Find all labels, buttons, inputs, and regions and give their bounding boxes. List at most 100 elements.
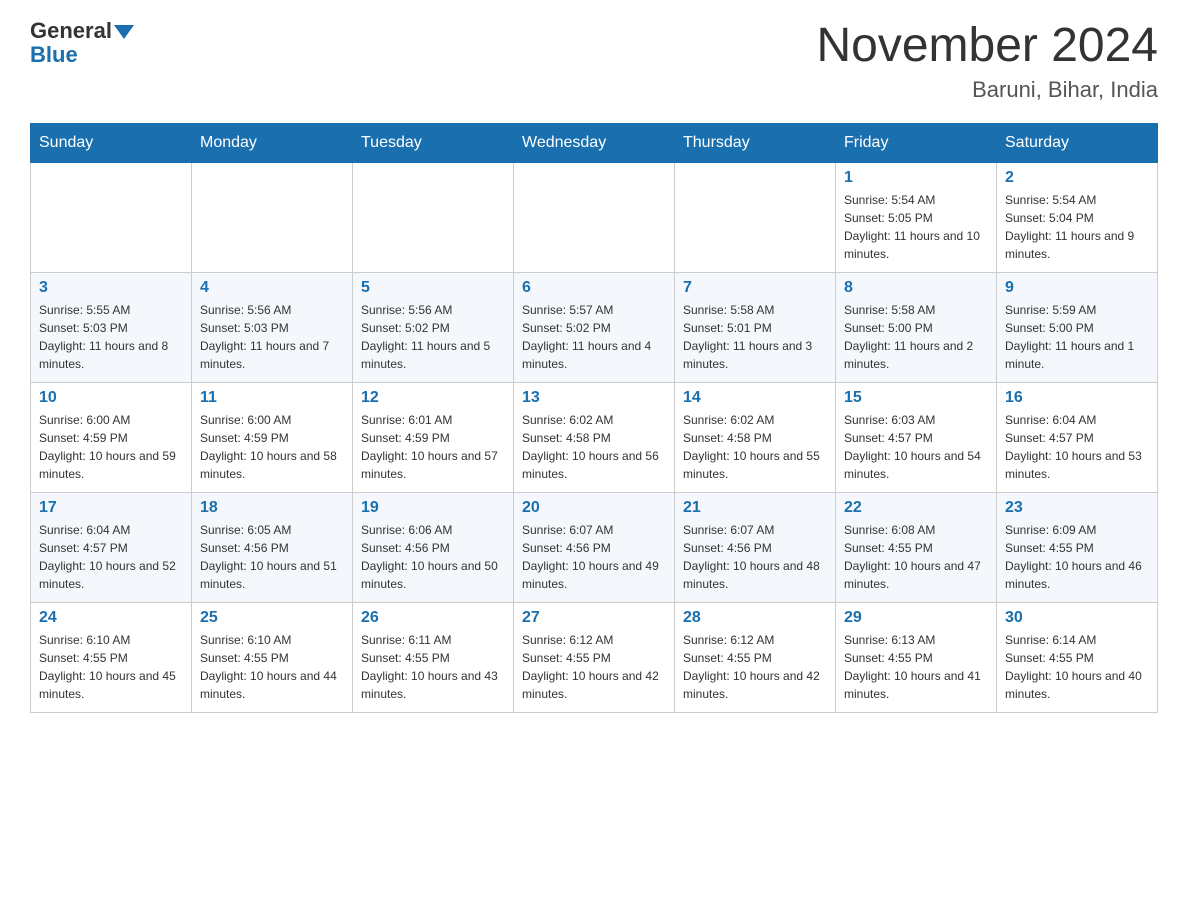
- day-info: Sunrise: 6:14 AM Sunset: 4:55 PM Dayligh…: [1005, 631, 1149, 703]
- calendar-cell: 25 Sunrise: 6:10 AM Sunset: 4:55 PM Dayli…: [192, 602, 353, 712]
- calendar-cell: 24 Sunrise: 6:10 AM Sunset: 4:55 PM Dayli…: [31, 602, 192, 712]
- calendar-cell: 23Sunrise: 6:09 AM Sunset: 4:55 PM Dayli…: [997, 492, 1158, 602]
- week-row-3: 10Sunrise: 6:00 AM Sunset: 4:59 PM Dayli…: [31, 382, 1158, 492]
- days-header-row: Sunday Monday Tuesday Wednesday Thursday…: [31, 123, 1158, 162]
- header: General Blue November 2024 Baruni, Bihar…: [30, 20, 1158, 103]
- location-subtitle: Baruni, Bihar, India: [816, 77, 1158, 103]
- calendar-cell: 28 Sunrise: 6:12 AM Sunset: 4:55 PM Dayli…: [675, 602, 836, 712]
- day-number: 7: [683, 279, 827, 297]
- day-number: 23: [1005, 499, 1149, 517]
- calendar-cell: 21 Sunrise: 6:07 AM Sunset: 4:56 PM Dayli…: [675, 492, 836, 602]
- header-wednesday: Wednesday: [514, 123, 675, 162]
- day-number: 15: [844, 389, 988, 407]
- calendar-cell: 26 Sunrise: 6:11 AM Sunset: 4:55 PM Dayli…: [353, 602, 514, 712]
- calendar-cell: 10Sunrise: 6:00 AM Sunset: 4:59 PM Dayli…: [31, 382, 192, 492]
- calendar-cell: 16 Sunrise: 6:04 AM Sunset: 4:57 PM Dayli…: [997, 382, 1158, 492]
- day-number: 14: [683, 389, 827, 407]
- day-number: 9: [1005, 279, 1149, 297]
- header-saturday: Saturday: [997, 123, 1158, 162]
- day-info: Sunrise: 6:12 AM Sunset: 4:55 PM Dayligh…: [522, 631, 666, 703]
- day-number: 4: [200, 279, 344, 297]
- day-number: 17: [39, 499, 183, 517]
- day-number: 11: [200, 389, 344, 407]
- calendar-cell: 30Sunrise: 6:14 AM Sunset: 4:55 PM Dayli…: [997, 602, 1158, 712]
- day-info: Sunrise: 6:02 AM Sunset: 4:58 PM Dayligh…: [522, 411, 666, 483]
- calendar-cell: 5 Sunrise: 5:56 AM Sunset: 5:02 PM Daylig…: [353, 272, 514, 382]
- calendar-cell: 3Sunrise: 5:55 AM Sunset: 5:03 PM Daylig…: [31, 272, 192, 382]
- calendar-cell: [192, 162, 353, 272]
- calendar-cell: [353, 162, 514, 272]
- calendar-cell: 1 Sunrise: 5:54 AM Sunset: 5:05 PM Daylig…: [836, 162, 997, 272]
- day-info: Sunrise: 6:10 AM Sunset: 4:55 PM Dayligh…: [200, 631, 344, 703]
- logo: General Blue: [30, 20, 134, 66]
- calendar-cell: 4 Sunrise: 5:56 AM Sunset: 5:03 PM Daylig…: [192, 272, 353, 382]
- logo-triangle-icon: [114, 25, 134, 39]
- calendar-cell: [675, 162, 836, 272]
- day-info: Sunrise: 6:00 AM Sunset: 4:59 PM Dayligh…: [39, 411, 183, 483]
- day-number: 6: [522, 279, 666, 297]
- day-info: Sunrise: 6:12 AM Sunset: 4:55 PM Dayligh…: [683, 631, 827, 703]
- day-number: 1: [844, 169, 988, 187]
- day-info: Sunrise: 5:54 AM Sunset: 5:05 PM Dayligh…: [844, 191, 988, 263]
- calendar-cell: [514, 162, 675, 272]
- calendar-cell: 7 Sunrise: 5:58 AM Sunset: 5:01 PM Daylig…: [675, 272, 836, 382]
- header-tuesday: Tuesday: [353, 123, 514, 162]
- day-info: Sunrise: 6:04 AM Sunset: 4:57 PM Dayligh…: [1005, 411, 1149, 483]
- calendar-table: Sunday Monday Tuesday Wednesday Thursday…: [30, 123, 1158, 713]
- day-number: 5: [361, 279, 505, 297]
- day-info: Sunrise: 5:56 AM Sunset: 5:02 PM Dayligh…: [361, 301, 505, 373]
- calendar-cell: 8 Sunrise: 5:58 AM Sunset: 5:00 PM Daylig…: [836, 272, 997, 382]
- logo-sub: Blue: [30, 44, 78, 66]
- day-number: 18: [200, 499, 344, 517]
- day-number: 2: [1005, 169, 1149, 187]
- day-info: Sunrise: 6:00 AM Sunset: 4:59 PM Dayligh…: [200, 411, 344, 483]
- day-info: Sunrise: 6:05 AM Sunset: 4:56 PM Dayligh…: [200, 521, 344, 593]
- header-thursday: Thursday: [675, 123, 836, 162]
- day-info: Sunrise: 5:58 AM Sunset: 5:00 PM Dayligh…: [844, 301, 988, 373]
- day-info: Sunrise: 5:56 AM Sunset: 5:03 PM Dayligh…: [200, 301, 344, 373]
- calendar-cell: 9 Sunrise: 5:59 AM Sunset: 5:00 PM Daylig…: [997, 272, 1158, 382]
- day-number: 29: [844, 609, 988, 627]
- day-number: 27: [522, 609, 666, 627]
- calendar-cell: 12Sunrise: 6:01 AM Sunset: 4:59 PM Dayli…: [353, 382, 514, 492]
- day-number: 22: [844, 499, 988, 517]
- day-info: Sunrise: 6:03 AM Sunset: 4:57 PM Dayligh…: [844, 411, 988, 483]
- logo-main: General: [30, 20, 134, 42]
- day-number: 13: [522, 389, 666, 407]
- day-info: Sunrise: 6:13 AM Sunset: 4:55 PM Dayligh…: [844, 631, 988, 703]
- day-number: 16: [1005, 389, 1149, 407]
- header-sunday: Sunday: [31, 123, 192, 162]
- month-year-title: November 2024: [816, 20, 1158, 73]
- calendar-cell: 14 Sunrise: 6:02 AM Sunset: 4:58 PM Dayli…: [675, 382, 836, 492]
- title-area: November 2024 Baruni, Bihar, India: [816, 20, 1158, 103]
- header-monday: Monday: [192, 123, 353, 162]
- calendar-cell: 20Sunrise: 6:07 AM Sunset: 4:56 PM Dayli…: [514, 492, 675, 602]
- day-info: Sunrise: 5:59 AM Sunset: 5:00 PM Dayligh…: [1005, 301, 1149, 373]
- day-info: Sunrise: 6:02 AM Sunset: 4:58 PM Dayligh…: [683, 411, 827, 483]
- day-number: 24: [39, 609, 183, 627]
- day-info: Sunrise: 6:01 AM Sunset: 4:59 PM Dayligh…: [361, 411, 505, 483]
- day-info: Sunrise: 6:11 AM Sunset: 4:55 PM Dayligh…: [361, 631, 505, 703]
- day-number: 19: [361, 499, 505, 517]
- day-info: Sunrise: 5:58 AM Sunset: 5:01 PM Dayligh…: [683, 301, 827, 373]
- calendar-cell: 18 Sunrise: 6:05 AM Sunset: 4:56 PM Dayli…: [192, 492, 353, 602]
- day-number: 25: [200, 609, 344, 627]
- day-info: Sunrise: 6:06 AM Sunset: 4:56 PM Dayligh…: [361, 521, 505, 593]
- calendar-cell: 27 Sunrise: 6:12 AM Sunset: 4:55 PM Dayli…: [514, 602, 675, 712]
- calendar-cell: 29 Sunrise: 6:13 AM Sunset: 4:55 PM Dayli…: [836, 602, 997, 712]
- week-row-4: 17 Sunrise: 6:04 AM Sunset: 4:57 PM Dayli…: [31, 492, 1158, 602]
- calendar-cell: 13 Sunrise: 6:02 AM Sunset: 4:58 PM Dayli…: [514, 382, 675, 492]
- day-info: Sunrise: 6:10 AM Sunset: 4:55 PM Dayligh…: [39, 631, 183, 703]
- day-info: Sunrise: 6:07 AM Sunset: 4:56 PM Dayligh…: [683, 521, 827, 593]
- day-info: Sunrise: 5:54 AM Sunset: 5:04 PM Dayligh…: [1005, 191, 1149, 263]
- week-row-1: 1 Sunrise: 5:54 AM Sunset: 5:05 PM Daylig…: [31, 162, 1158, 272]
- day-number: 21: [683, 499, 827, 517]
- day-number: 28: [683, 609, 827, 627]
- calendar-cell: [31, 162, 192, 272]
- header-friday: Friday: [836, 123, 997, 162]
- day-info: Sunrise: 6:04 AM Sunset: 4:57 PM Dayligh…: [39, 521, 183, 593]
- day-number: 26: [361, 609, 505, 627]
- calendar-cell: 6Sunrise: 5:57 AM Sunset: 5:02 PM Daylig…: [514, 272, 675, 382]
- calendar-cell: 19 Sunrise: 6:06 AM Sunset: 4:56 PM Dayli…: [353, 492, 514, 602]
- day-number: 8: [844, 279, 988, 297]
